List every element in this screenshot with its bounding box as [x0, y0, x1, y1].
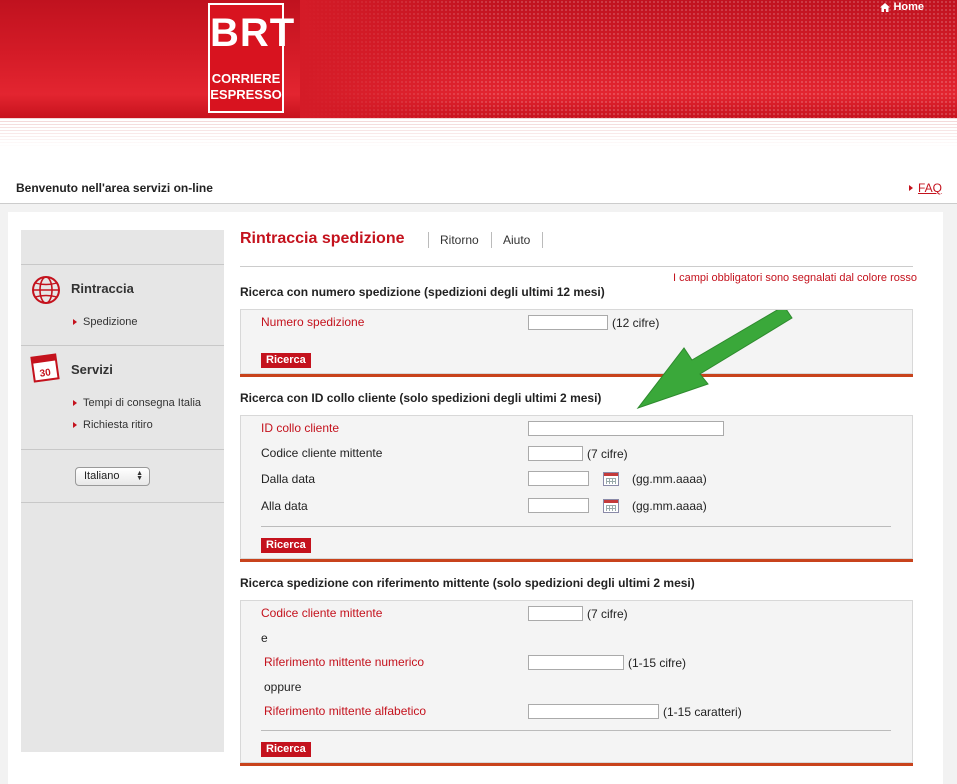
bullet-icon [73, 400, 77, 406]
faq-link[interactable]: FAQ [909, 181, 942, 195]
logo-line2: ESPRESSO [210, 87, 282, 102]
annotation-arrow-icon [636, 310, 793, 410]
home-link[interactable]: Home [880, 1, 924, 13]
riferimento-alfabetico-label: Riferimento mittente alfabetico [264, 704, 427, 718]
alla-data-label: Alla data [261, 499, 308, 513]
sidebar: Rintraccia Spedizione 30 Servizi Tempi d… [21, 230, 224, 752]
mandatory-note: I campi obbligatori sono segnalati dal c… [673, 272, 917, 284]
riferimento-numerico-label: Riferimento mittente numerico [264, 655, 425, 669]
ricerca-button-2[interactable]: Ricerca [261, 538, 311, 553]
codice-cliente-label-3: Codice cliente mittente [261, 606, 383, 620]
calendar-icon: 30 [30, 353, 60, 383]
dalla-data-input[interactable] [528, 471, 589, 486]
dalla-data-label: Dalla data [261, 472, 316, 486]
logo-line1: CORRIERE [211, 71, 281, 86]
sidebar-item-tempi-consegna[interactable]: Tempi di consegna Italia [73, 397, 201, 409]
brt-logo[interactable]: BRT CORRIERE ESPRESSO [208, 3, 296, 113]
welcome-text: Benvenuto nell'area servizi on-line [16, 181, 213, 195]
sidebar-item-spedizione[interactable]: Spedizione [73, 316, 137, 328]
section-numero-spedizione-title: Ricerca con numero spedizione (spedizion… [240, 285, 605, 299]
page-title: Rintraccia spedizione [240, 230, 405, 247]
alla-data-input[interactable] [528, 498, 589, 513]
section-riferimento-mittente-title: Ricerca spedizione con riferimento mitte… [240, 576, 695, 590]
sidebar-section-servizi: Servizi [71, 362, 113, 377]
select-arrows-icon: ▲ ▼ [136, 470, 143, 482]
section-id-collo-title: Ricerca con ID collo cliente (solo spedi… [240, 391, 602, 405]
dalla-data-hint: (gg.mm.aaaa) [632, 472, 707, 486]
id-collo-input[interactable] [528, 421, 724, 436]
sidebar-item-richiesta-ritiro[interactable]: Richiesta ritiro [73, 419, 153, 431]
bullet-icon [73, 422, 77, 428]
calendar-icon[interactable] [603, 499, 619, 513]
alla-data-hint: (gg.mm.aaaa) [632, 499, 707, 513]
codice-cliente-label: Codice cliente mittente [261, 446, 383, 460]
ricerca-button-1[interactable]: Ricerca [261, 353, 311, 368]
globe-icon [32, 276, 60, 304]
codice-cliente-input-3[interactable] [528, 606, 583, 621]
header-stripe [0, 118, 957, 148]
nav-aiuto[interactable]: Aiuto [503, 233, 530, 247]
home-icon [880, 2, 891, 12]
codice-cliente-hint-3: (7 cifre) [587, 607, 628, 621]
numero-spedizione-label: Numero spedizione [261, 315, 365, 329]
riferimento-numerico-hint: (1-15 cifre) [628, 656, 687, 670]
bullet-icon [909, 185, 913, 191]
faq-label: FAQ [918, 181, 943, 195]
logo-text: BRT [210, 11, 296, 55]
numero-spedizione-input[interactable] [528, 315, 608, 330]
id-collo-label: ID collo cliente [261, 421, 340, 435]
panel-riferimento-mittente [240, 600, 913, 763]
calendar-icon[interactable] [603, 472, 619, 486]
sidebar-section-rintraccia: Rintraccia [71, 281, 134, 296]
riferimento-alfabetico-input[interactable] [528, 704, 659, 719]
panel-id-collo [240, 415, 913, 559]
ricerca-button-3[interactable]: Ricerca [261, 742, 311, 757]
or-label: oppure [264, 680, 302, 694]
riferimento-numerico-input[interactable] [528, 655, 624, 670]
language-select[interactable]: Italiano ▲ ▼ [75, 467, 150, 486]
site-header: BRT CORRIERE ESPRESSO Home [0, 0, 957, 118]
and-label: e [261, 631, 268, 645]
nav-ritorno[interactable]: Ritorno [440, 233, 479, 247]
bullet-icon [73, 319, 77, 325]
home-link-label: Home [893, 1, 924, 13]
calendar-number: 30 [39, 367, 52, 380]
codice-cliente-input[interactable] [528, 446, 583, 461]
codice-cliente-hint: (7 cifre) [587, 447, 628, 461]
riferimento-alfabetico-hint: (1-15 caratteri) [663, 705, 742, 719]
